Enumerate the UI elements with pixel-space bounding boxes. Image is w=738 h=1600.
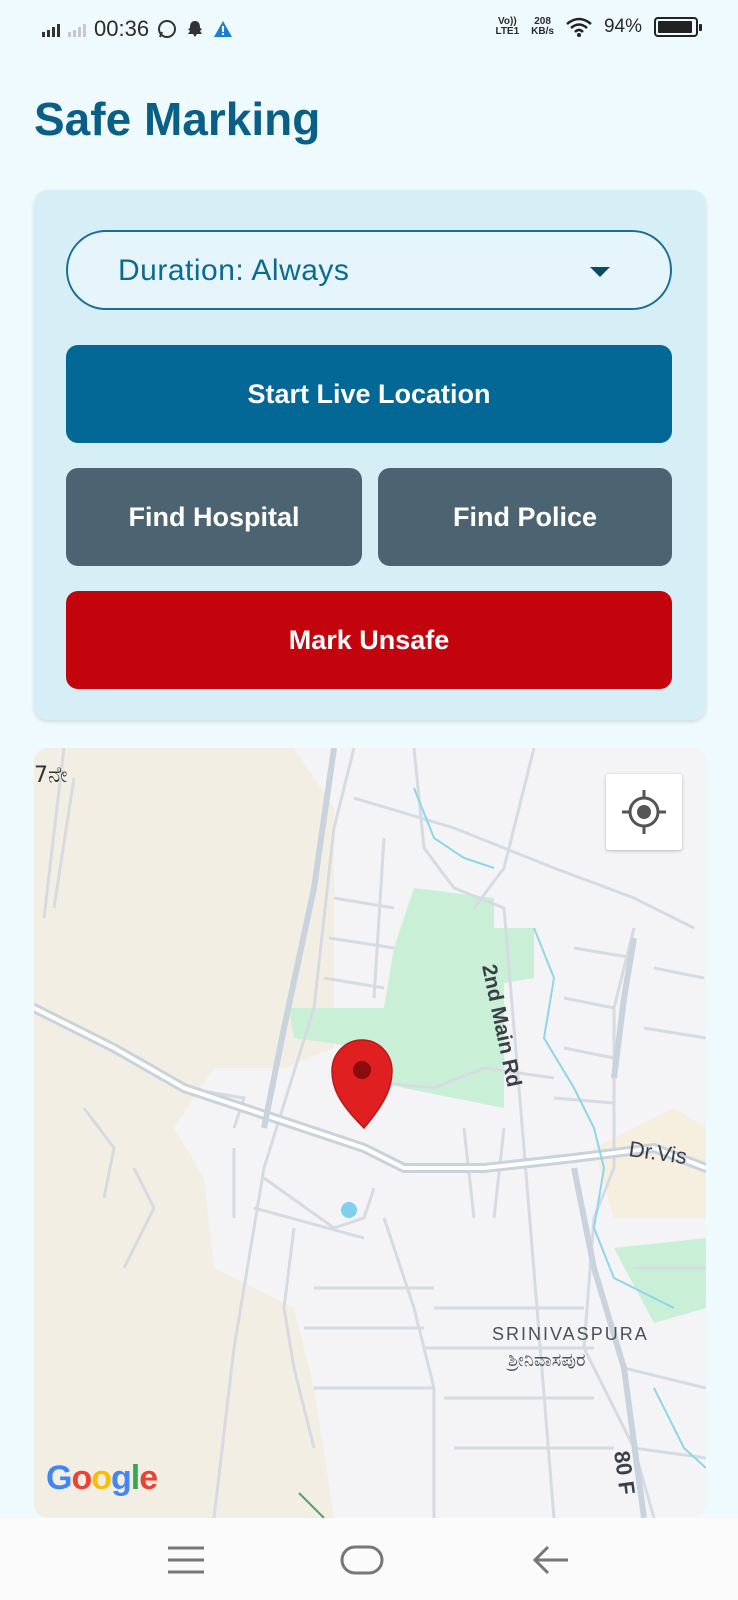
duration-dropdown[interactable]: Duration: Always bbox=[66, 230, 672, 310]
map-label-srinivaspura-kn: ಶ್ರೀನಿವಾಸಪುರ bbox=[506, 1350, 586, 1371]
home-icon[interactable] bbox=[332, 1538, 392, 1582]
volte-indicator: Vo)) LTE1 bbox=[495, 16, 520, 37]
controls-card: Duration: Always Start Live Location Fin… bbox=[34, 190, 706, 720]
mark-unsafe-button[interactable]: Mark Unsafe bbox=[66, 591, 672, 689]
snapchat-icon bbox=[188, 21, 203, 37]
battery-percent: 94% bbox=[603, 16, 642, 37]
crosshair-icon bbox=[622, 790, 666, 834]
menu-icon[interactable] bbox=[156, 1538, 216, 1582]
caret-down-icon bbox=[590, 267, 610, 277]
back-icon[interactable] bbox=[522, 1538, 582, 1582]
map-label-80-f: 80 F bbox=[609, 1449, 640, 1496]
status-bar: 00:36 Vo)) LTE1 208 KB/s 94% bbox=[0, 0, 738, 60]
find-police-button[interactable]: Find Police bbox=[378, 468, 672, 566]
map-label-top-left: 7ನೇ bbox=[34, 763, 68, 788]
whatsapp-icon bbox=[158, 20, 177, 38]
page-title: Safe Marking bbox=[34, 93, 321, 145]
my-location-button[interactable] bbox=[606, 774, 682, 850]
map-canvas: 7ನೇ 2nd Main Rd Dr.Vis SRINIVASPURA ಶ್ರೀ… bbox=[34, 748, 706, 1518]
google-logo: Google bbox=[46, 1459, 158, 1497]
find-hospital-button[interactable]: Find Hospital bbox=[66, 468, 362, 566]
network-speed: 208 KB/s bbox=[531, 16, 554, 37]
wifi-icon bbox=[566, 17, 592, 37]
signal-strength-icon bbox=[42, 21, 60, 37]
clock: 00:36 bbox=[94, 16, 150, 41]
duration-label: Duration: Always bbox=[118, 254, 350, 287]
signal-strength-secondary-icon bbox=[68, 21, 86, 37]
location-marker-icon bbox=[331, 1039, 393, 1130]
map-view[interactable]: 7ನೇ 2nd Main Rd Dr.Vis SRINIVASPURA ಶ್ರೀ… bbox=[34, 748, 706, 1518]
warning-icon bbox=[214, 21, 233, 37]
battery-icon bbox=[654, 17, 702, 37]
map-label-srinivaspura: SRINIVASPURA bbox=[492, 1324, 649, 1344]
start-live-location-button[interactable]: Start Live Location bbox=[66, 345, 672, 443]
system-nav-bar bbox=[0, 1518, 738, 1600]
